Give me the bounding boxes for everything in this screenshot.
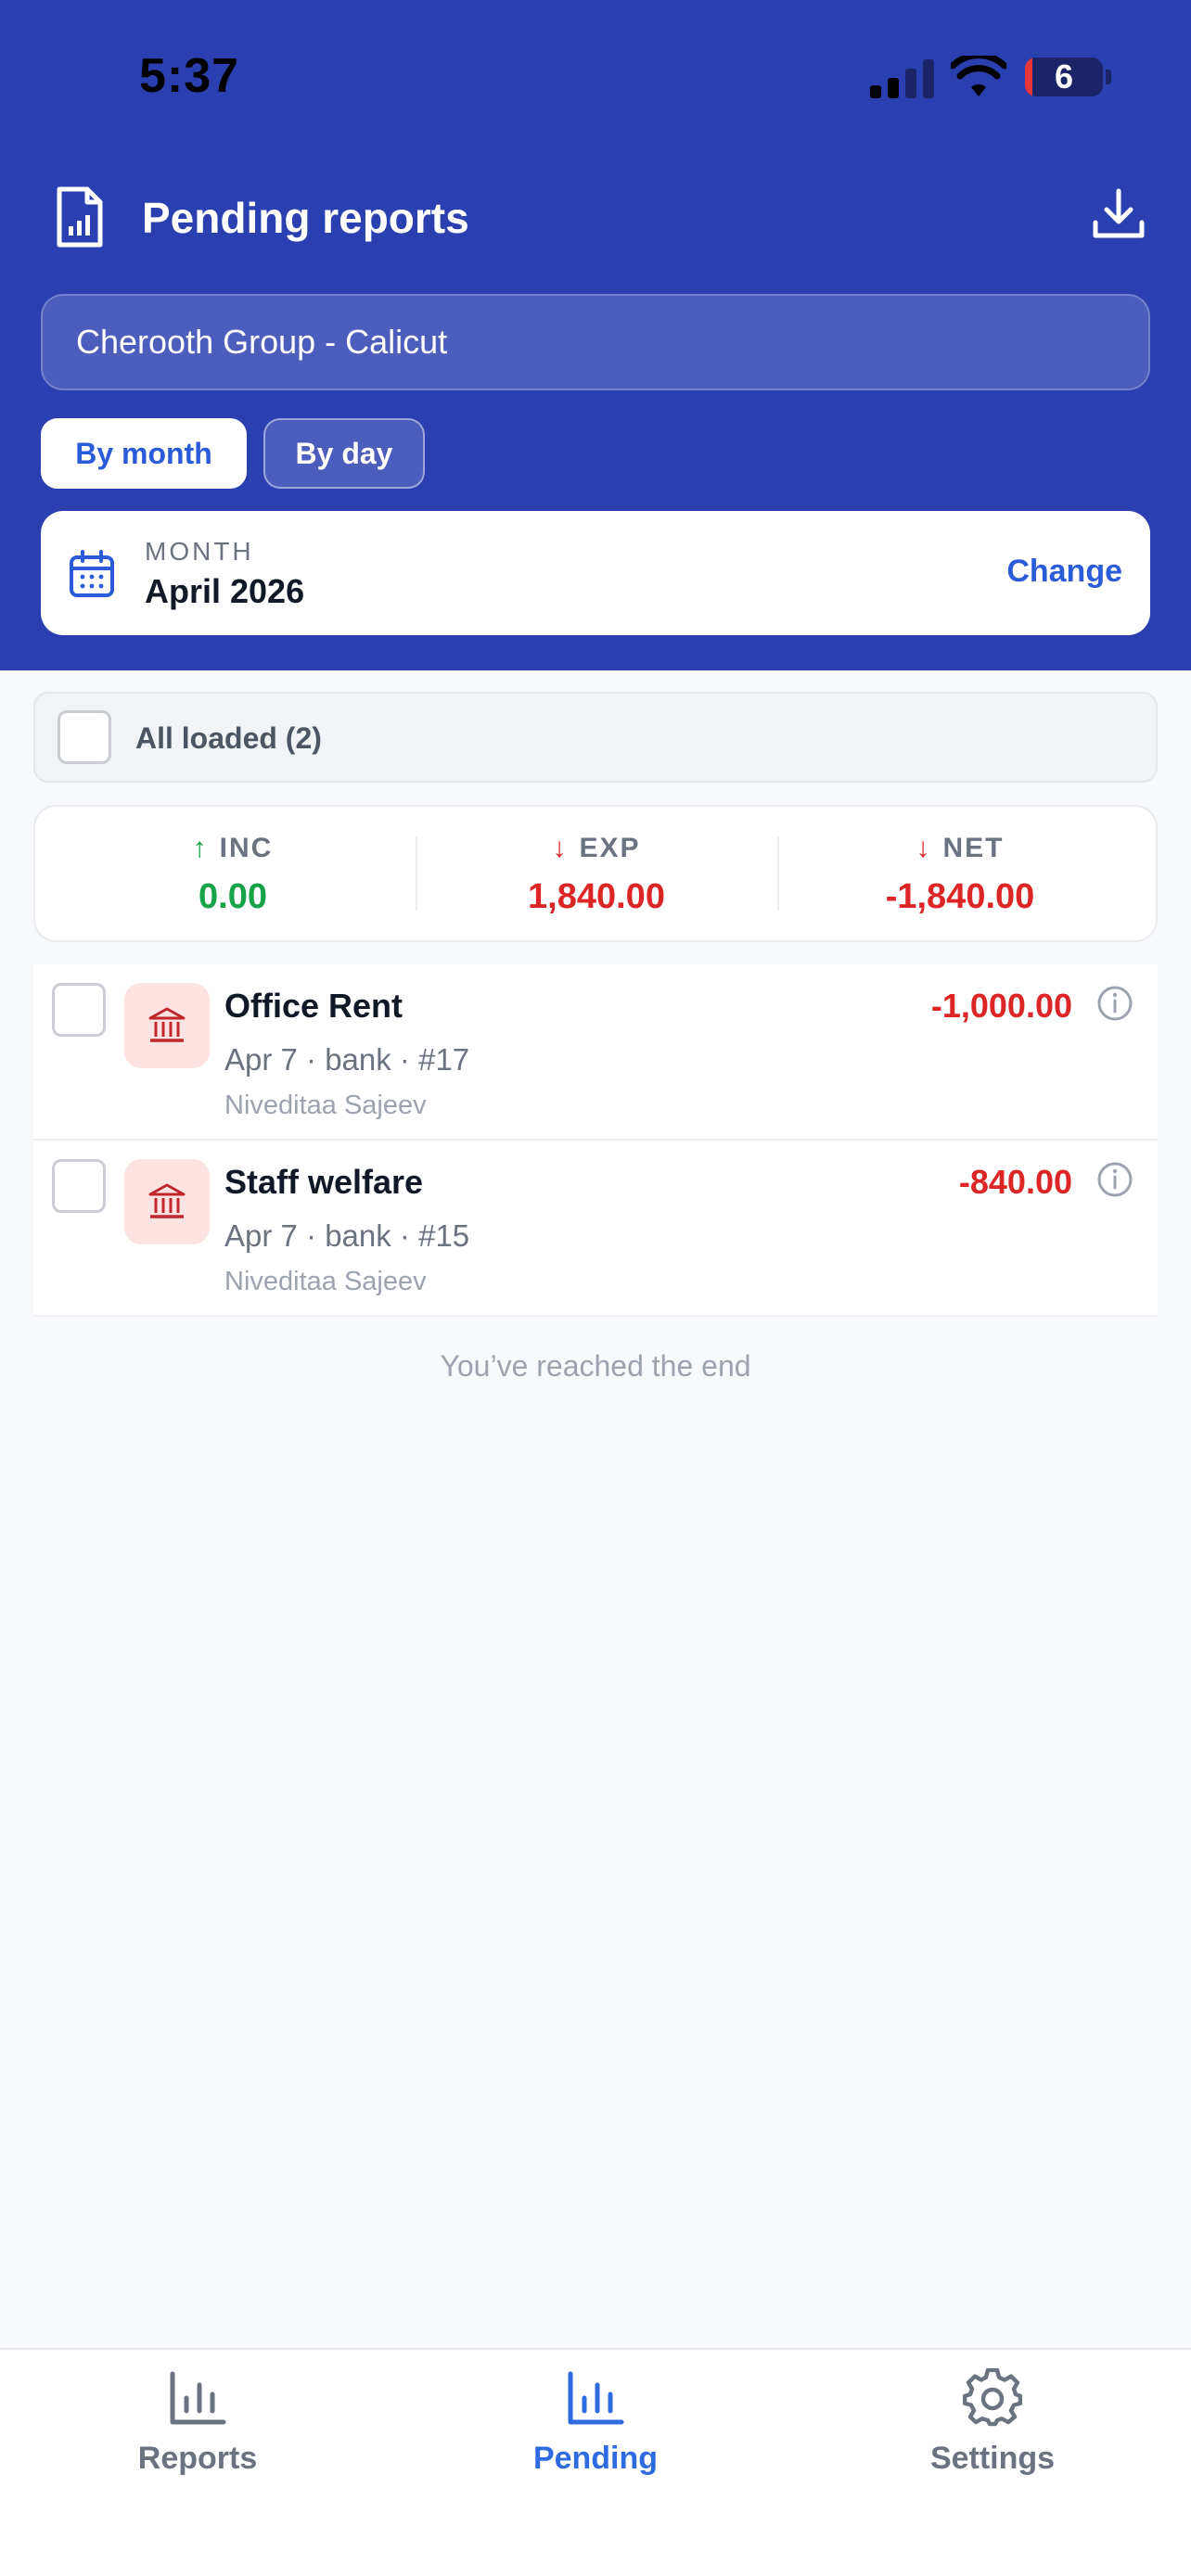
income-label: INC bbox=[219, 833, 274, 863]
income-value: 0.00 bbox=[198, 877, 267, 916]
calendar-icon bbox=[70, 550, 114, 597]
month-label: MONTH bbox=[145, 537, 254, 566]
tab-settings[interactable]: Settings bbox=[853, 2368, 1132, 2507]
report-document-icon bbox=[57, 186, 103, 248]
company-selector[interactable]: Cherooth Group - Calicut bbox=[41, 294, 1150, 390]
bank-icon bbox=[148, 1007, 186, 1042]
change-month-button[interactable]: Change bbox=[1006, 554, 1122, 590]
page-title: Pending reports bbox=[142, 194, 469, 242]
entry-checkbox[interactable] bbox=[52, 983, 106, 1037]
expense-value: 1,840.00 bbox=[528, 877, 665, 916]
arrow-down-icon: ↓ bbox=[552, 833, 569, 863]
arrow-down-icon: ↓ bbox=[916, 833, 932, 863]
entry-checkbox[interactable] bbox=[52, 1159, 106, 1213]
info-icon[interactable] bbox=[1096, 985, 1133, 1022]
battery-indicator: 6 bbox=[1025, 57, 1103, 96]
battery-level: 6 bbox=[1054, 57, 1074, 96]
entry-title: Office Rent bbox=[224, 987, 403, 1025]
tab-label: Settings bbox=[929, 2441, 1056, 2476]
select-all-checkbox[interactable] bbox=[58, 710, 111, 764]
select-all-label: All loaded (2) bbox=[135, 721, 322, 755]
bottom-tab-bar: Reports Pending Settings bbox=[0, 2348, 1191, 2576]
cellular-signal-icon bbox=[870, 59, 934, 98]
tab-reports[interactable]: Reports bbox=[58, 2368, 337, 2507]
entry-user: Niveditaa Sajeev bbox=[224, 1090, 427, 1120]
app-screen: 5:37 6 Pending reports Cherooth Group - … bbox=[0, 0, 1191, 2576]
info-icon[interactable] bbox=[1096, 1161, 1133, 1198]
list-item[interactable]: Office Rent Apr 7 · bank · #17 Niveditaa… bbox=[33, 964, 1158, 1141]
entry-title: Staff welfare bbox=[224, 1163, 424, 1201]
entry-meta: Apr 7 · bank · #17 bbox=[224, 1042, 470, 1077]
status-time: 5:37 bbox=[139, 49, 240, 103]
net-summary: ↓ NET -1,840.00 bbox=[779, 807, 1141, 944]
expense-label: EXP bbox=[579, 833, 641, 863]
bank-badge bbox=[124, 983, 210, 1068]
entry-amount: -1,000.00 bbox=[930, 987, 1072, 1025]
end-of-list-text: You’ve reached the end bbox=[440, 1349, 751, 1383]
by-day-toggle[interactable]: By day bbox=[263, 418, 425, 489]
bank-badge bbox=[124, 1159, 210, 1244]
net-value: -1,840.00 bbox=[885, 877, 1035, 916]
list-item[interactable]: Staff welfare Apr 7 · bank · #15 Nivedit… bbox=[33, 1141, 1158, 1317]
net-label: NET bbox=[942, 833, 1005, 863]
month-value: April 2026 bbox=[145, 572, 305, 610]
arrow-up-icon: ↑ bbox=[192, 833, 209, 863]
tab-label: Pending bbox=[532, 2441, 659, 2476]
expense-summary: ↓ EXP 1,840.00 bbox=[416, 807, 777, 944]
income-summary: ↑ INC 0.00 bbox=[52, 807, 414, 944]
pending-entries-list: Office Rent Apr 7 · bank · #17 Niveditaa… bbox=[33, 964, 1158, 1317]
select-all-row[interactable]: All loaded (2) bbox=[33, 692, 1158, 783]
status-bar: 5:37 6 bbox=[0, 0, 1191, 158]
wifi-icon bbox=[951, 56, 1006, 96]
title-row: Pending reports bbox=[0, 176, 1191, 260]
by-month-toggle[interactable]: By month bbox=[41, 418, 247, 489]
bank-icon bbox=[148, 1183, 186, 1218]
bar-chart-icon bbox=[170, 2371, 226, 2425]
entry-meta: Apr 7 · bank · #15 bbox=[224, 1218, 470, 1253]
tab-pending[interactable]: Pending bbox=[456, 2368, 735, 2507]
download-icon[interactable] bbox=[1090, 185, 1147, 243]
month-picker-card: MONTH April 2026 Change bbox=[41, 511, 1150, 635]
entry-amount: -840.00 bbox=[958, 1163, 1072, 1201]
bar-chart-icon bbox=[568, 2371, 624, 2425]
summary-card: ↑ INC 0.00 ↓ EXP 1,840.00 ↓ NET -1,840.00 bbox=[33, 805, 1158, 942]
gear-icon bbox=[963, 2368, 1022, 2427]
entry-user: Niveditaa Sajeev bbox=[224, 1267, 427, 1296]
header: 5:37 6 Pending reports Cherooth Group - … bbox=[0, 0, 1191, 670]
tab-label: Reports bbox=[137, 2441, 258, 2476]
